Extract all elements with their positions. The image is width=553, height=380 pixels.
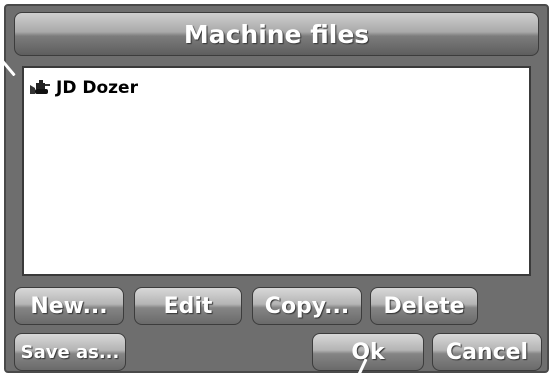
edit-button[interactable]: Edit	[134, 287, 242, 325]
new-button[interactable]: New...	[14, 287, 124, 325]
cancel-button[interactable]: Cancel	[432, 333, 542, 371]
dialog-title: Machine files	[14, 12, 539, 56]
machine-files-dialog: Machine files JD Dozer New... Edit Copy.…	[4, 4, 549, 373]
save-as-button[interactable]: Save as...	[14, 333, 126, 371]
delete-button[interactable]: Delete	[370, 287, 478, 325]
dozer-icon	[30, 80, 52, 96]
machine-file-list[interactable]: JD Dozer	[22, 66, 531, 276]
list-item-label: JD Dozer	[56, 78, 138, 98]
copy-button[interactable]: Copy...	[252, 287, 362, 325]
ok-button[interactable]: Ok	[312, 333, 424, 371]
list-item[interactable]: JD Dozer	[30, 78, 138, 98]
